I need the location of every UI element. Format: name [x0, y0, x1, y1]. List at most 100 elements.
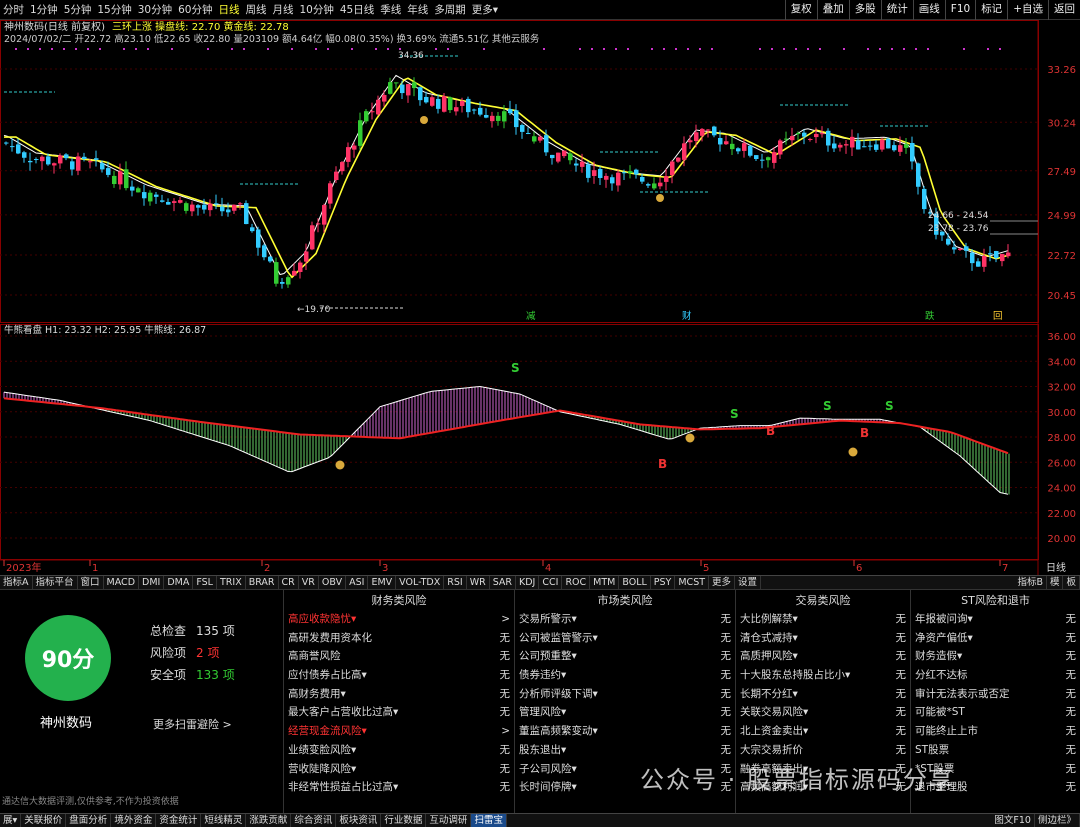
- indicator-tab-4[interactable]: DMI: [139, 576, 165, 589]
- indicator-tab-26[interactable]: 设置: [735, 576, 762, 589]
- indicator-tab-23[interactable]: PSY: [651, 576, 676, 589]
- bottom-tab-1[interactable]: 关联报价: [21, 814, 67, 827]
- indicator-tab-10[interactable]: VR: [299, 576, 319, 589]
- period-tab-8[interactable]: 月线: [270, 0, 297, 20]
- indicator-tab-right-2[interactable]: 板: [1063, 576, 1080, 589]
- risk-row[interactable]: 股东退出▾ 无: [515, 741, 735, 760]
- period-tab-9[interactable]: 10分钟: [297, 0, 337, 20]
- indicator-tab-16[interactable]: WR: [467, 576, 490, 589]
- bottom-tab-7[interactable]: 综合资讯: [291, 814, 337, 827]
- indicator-tab-21[interactable]: MTM: [590, 576, 620, 589]
- risk-row[interactable]: 应付债券占比高▾ 无: [284, 666, 514, 685]
- risk-row[interactable]: 净资产偏低▾ 无: [911, 629, 1080, 648]
- tool-button-2[interactable]: 多股: [848, 0, 881, 20]
- bottom-tab-6[interactable]: 涨跌贡献: [246, 814, 292, 827]
- period-tab-4[interactable]: 30分钟: [135, 0, 175, 20]
- indicator-tab-17[interactable]: SAR: [490, 576, 517, 589]
- period-tab-11[interactable]: 季线: [377, 0, 404, 20]
- risk-row[interactable]: 营收陡降风险▾ 无: [284, 760, 514, 779]
- tool-button-0[interactable]: 复权: [784, 0, 817, 20]
- indicator-tab-right-0[interactable]: 指标B: [1014, 576, 1047, 589]
- period-tab-13[interactable]: 多周期: [431, 0, 469, 20]
- bottom-right-1[interactable]: 侧边栏》: [1035, 814, 1080, 827]
- period-tab-12[interactable]: 年线: [404, 0, 431, 20]
- risk-row[interactable]: 业绩变脸风险▾ 无: [284, 741, 514, 760]
- period-tab-10[interactable]: 45日线: [337, 0, 377, 20]
- bottom-tab-2[interactable]: 盘面分析: [66, 814, 112, 827]
- indicator-tab-19[interactable]: CCI: [539, 576, 563, 589]
- indicator-tab-25[interactable]: 更多: [709, 576, 736, 589]
- indicator-tab-1[interactable]: 指标平台: [33, 576, 78, 589]
- risk-row[interactable]: 大宗交易折价 无: [736, 741, 910, 760]
- indicator-tab-right-1[interactable]: 模: [1047, 576, 1064, 589]
- tool-button-7[interactable]: +自选: [1007, 0, 1048, 20]
- risk-row[interactable]: 审计无法表示或否定 无: [911, 685, 1080, 704]
- risk-row[interactable]: 非经常性损益占比过高▾ 无: [284, 778, 514, 797]
- risk-row[interactable]: 经营现金流风险▾ >: [284, 722, 514, 741]
- indicator-tab-0[interactable]: 指标A: [0, 576, 33, 589]
- indicator-tab-8[interactable]: BRAR: [246, 576, 279, 589]
- period-tab-7[interactable]: 周线: [243, 0, 270, 20]
- risk-row[interactable]: 长期不分红▾ 无: [736, 685, 910, 704]
- risk-row[interactable]: 高财务费用▾ 无: [284, 685, 514, 704]
- risk-row[interactable]: 公司预重整▾ 无: [515, 647, 735, 666]
- risk-row[interactable]: 高商誉风险 无: [284, 647, 514, 666]
- risk-row[interactable]: 可能终止上市 无: [911, 722, 1080, 741]
- bottom-tab-4[interactable]: 资金统计: [156, 814, 202, 827]
- bottom-right-0[interactable]: 图文F10: [991, 814, 1035, 827]
- tool-button-1[interactable]: 叠加: [816, 0, 849, 20]
- kline-chart[interactable]: 33.26 30.24 27.49 24.99 22.72 20.45 36.00 34.00…: [0, 20, 1080, 575]
- bottom-tab-3[interactable]: 境外资金: [111, 814, 157, 827]
- period-tab-1[interactable]: 1分钟: [27, 0, 61, 20]
- risk-row[interactable]: 分析师评级下调▾ 无: [515, 685, 735, 704]
- bottom-tab-0[interactable]: 展▾: [0, 814, 22, 827]
- risk-row[interactable]: 分红不达标 无: [911, 666, 1080, 685]
- indicator-tab-6[interactable]: FSL: [193, 576, 217, 589]
- risk-row[interactable]: 可能被*ST 无: [911, 703, 1080, 722]
- risk-row[interactable]: 债券违约▾ 无: [515, 666, 735, 685]
- risk-row[interactable]: 关联交易风险▾ 无: [736, 703, 910, 722]
- indicator-tab-12[interactable]: ASI: [346, 576, 369, 589]
- bottom-tab-5[interactable]: 短线精灵: [201, 814, 247, 827]
- period-tab-3[interactable]: 15分钟: [94, 0, 134, 20]
- risk-row[interactable]: 财务造假▾ 无: [911, 647, 1080, 666]
- period-tab-5[interactable]: 60分钟: [175, 0, 215, 20]
- risk-row[interactable]: 北上资金卖出▾ 无: [736, 722, 910, 741]
- indicator-tab-11[interactable]: OBV: [319, 576, 347, 589]
- tool-button-3[interactable]: 统计: [880, 0, 913, 20]
- indicator-tab-24[interactable]: MCST: [675, 576, 710, 589]
- indicator-tab-5[interactable]: DMA: [164, 576, 194, 589]
- indicator-tab-14[interactable]: VOL-TDX: [396, 576, 445, 589]
- bottom-tab-8[interactable]: 板块资讯: [336, 814, 382, 827]
- indicator-tab-13[interactable]: EMV: [368, 576, 397, 589]
- risk-row[interactable]: 高应收款隐忧▾ >: [284, 610, 514, 629]
- risk-row[interactable]: 最大客户占营收比过高▾ 无: [284, 703, 514, 722]
- risk-row[interactable]: 十大股东总持股占比小▾ 无: [736, 666, 910, 685]
- tool-button-4[interactable]: 画线: [912, 0, 945, 20]
- risk-row[interactable]: 交易所警示▾ 无: [515, 610, 735, 629]
- more-scan-link[interactable]: 更多扫雷避险 >: [153, 716, 232, 732]
- period-tab-14[interactable]: 更多▾: [469, 0, 501, 20]
- risk-row[interactable]: ST股票 无: [911, 741, 1080, 760]
- risk-row[interactable]: 高质押风险▾ 无: [736, 647, 910, 666]
- risk-row[interactable]: 年报被问询▾ 无: [911, 610, 1080, 629]
- risk-row[interactable]: 高研发费用资本化 无: [284, 629, 514, 648]
- bottom-tab-10[interactable]: 互动调研: [426, 814, 472, 827]
- period-tab-2[interactable]: 5分钟: [61, 0, 95, 20]
- tool-button-5[interactable]: F10: [944, 0, 975, 20]
- tool-button-6[interactable]: 标记: [975, 0, 1007, 20]
- period-tab-6[interactable]: 日线: [216, 0, 243, 20]
- risk-row[interactable]: 大比例解禁▾ 无: [736, 610, 910, 629]
- tool-button-8[interactable]: 返回: [1048, 0, 1080, 20]
- indicator-tab-2[interactable]: 窗口: [78, 576, 104, 589]
- risk-row[interactable]: 清仓式减持▾ 无: [736, 629, 910, 648]
- indicator-tab-3[interactable]: MACD: [104, 576, 140, 589]
- indicator-tab-22[interactable]: BOLL: [619, 576, 651, 589]
- bottom-tab-9[interactable]: 行业数据: [381, 814, 427, 827]
- risk-row[interactable]: 公司被监管警示▾ 无: [515, 629, 735, 648]
- indicator-tab-7[interactable]: TRIX: [217, 576, 246, 589]
- indicator-tab-9[interactable]: CR: [279, 576, 299, 589]
- indicator-tab-20[interactable]: ROC: [562, 576, 591, 589]
- risk-row[interactable]: 管理风险▾ 无: [515, 703, 735, 722]
- indicator-tab-18[interactable]: KDJ: [516, 576, 540, 589]
